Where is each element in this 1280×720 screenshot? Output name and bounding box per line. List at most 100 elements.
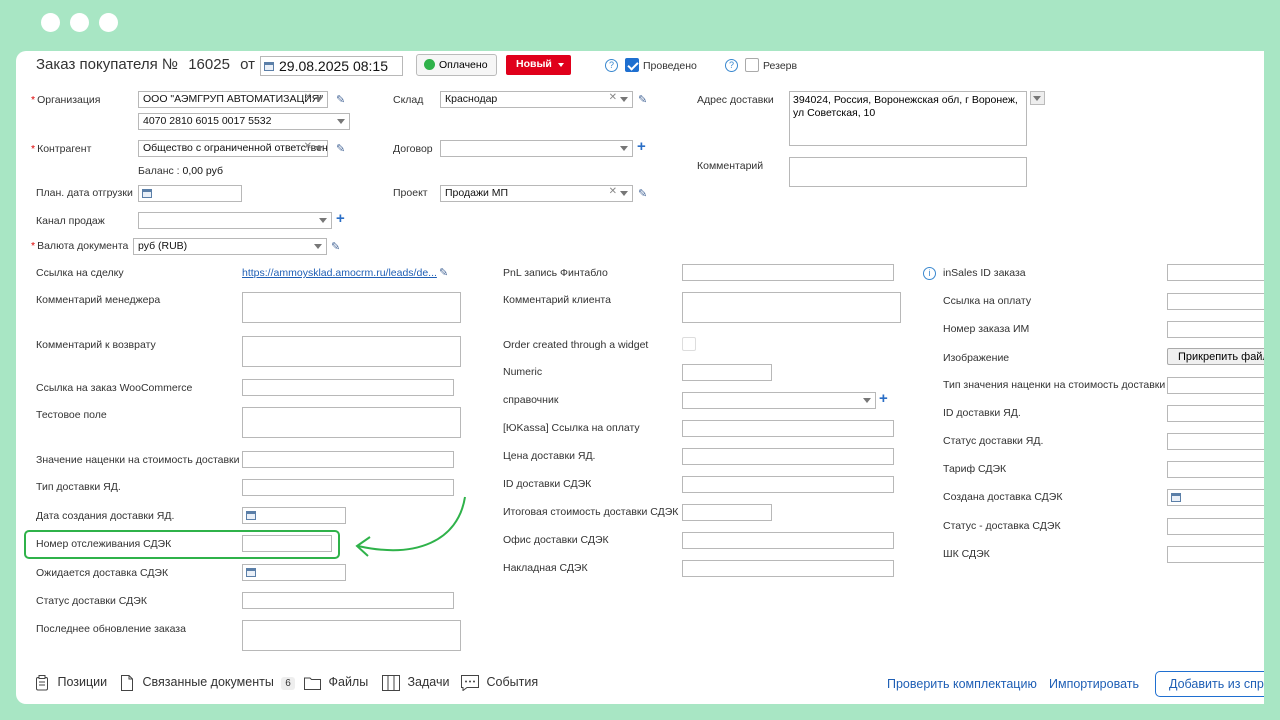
help-icon[interactable]: i [923,267,936,280]
cdek-waybill-field[interactable] [682,560,894,577]
cdek-tracking-label: Номер отслеживания СДЭК [36,538,172,550]
edit-icon[interactable]: ✎ [638,187,647,200]
yd-id-field[interactable] [1167,405,1264,422]
cdek-expected-date-field[interactable] [242,564,346,581]
yookassa-field[interactable] [682,420,894,437]
bank-account-value: 4070 2810 6015 0017 5532 [143,115,272,127]
check-kit-link[interactable]: Проверить комплектацию [887,677,1037,691]
bank-account-select[interactable]: 4070 2810 6015 0017 5532 [138,113,350,130]
client-comment-label: Комментарий клиента [503,294,611,306]
yd-status-label: Статус доставки ЯД. [943,435,1044,447]
widget-checkbox[interactable] [682,337,696,351]
last-update-field[interactable] [242,620,461,651]
return-comment-label: Комментарий к возврату [36,339,156,351]
woocommerce-link-field[interactable] [242,379,454,396]
cdek-barcode-field[interactable] [1167,546,1264,563]
organization-select[interactable]: ООО "АЭМГРУП АВТОМАТИЗАЦИЯ" ✕ [138,91,328,108]
chevron-down-icon[interactable] [337,119,345,124]
edit-icon[interactable]: ✎ [331,240,340,253]
cdek-status2-field[interactable] [1167,518,1264,535]
test-field[interactable] [242,407,461,438]
help-icon[interactable]: ? [725,59,738,72]
return-comment-field[interactable] [242,336,461,367]
chevron-down-icon[interactable] [319,218,327,223]
tab-files[interactable]: Файлы [304,675,368,690]
tab-related-docs[interactable]: Связанные документы 6 [120,675,295,691]
im-number-field[interactable] [1167,321,1264,338]
yd-status-field[interactable] [1167,433,1264,450]
yd-price-field[interactable] [682,448,894,465]
comment-field[interactable] [789,157,1027,187]
clear-icon[interactable]: ✕ [609,186,617,197]
help-icon[interactable]: ? [605,59,618,72]
markup-type-field[interactable] [1167,377,1264,394]
chevron-down-icon[interactable] [620,146,628,151]
add-from-directory-button[interactable]: Добавить из справочника [1155,671,1264,697]
deal-link[interactable]: https://ammoysklad.amocrm.ru/leads/de... [242,267,437,279]
window-dot-maximize[interactable] [99,13,118,32]
ship-date-field[interactable] [138,185,242,202]
posted-checkbox[interactable] [625,58,639,72]
cdek-tariff-field[interactable] [1167,461,1264,478]
manager-comment-field[interactable] [242,292,461,323]
window-dot-close[interactable] [41,13,60,32]
window-dot-minimize[interactable] [70,13,89,32]
cdek-total-field[interactable] [682,504,772,521]
balance-label: Баланс : [138,165,180,177]
address-dropdown-button[interactable] [1030,91,1045,105]
add-icon[interactable]: + [336,210,345,227]
client-comment-field[interactable] [682,292,901,323]
tab-tasks[interactable]: Задачи [382,675,449,691]
check-circle-icon [424,59,435,70]
tab-positions[interactable]: Позиции [35,675,107,691]
chevron-down-icon[interactable] [620,97,628,102]
currency-select[interactable]: руб (RUB) [133,238,327,255]
chevron-down-icon[interactable] [863,398,871,403]
chevron-down-icon[interactable] [315,146,323,151]
cdek-created-date-field[interactable] [1167,489,1264,506]
chevron-down-icon[interactable] [315,97,323,102]
cdek-office-field[interactable] [682,532,894,549]
edit-icon[interactable]: ✎ [336,142,345,155]
project-select[interactable]: Продажи МП ✕ [440,185,633,202]
cdek-status-field[interactable] [242,592,454,609]
yd-price-label: Цена доставки ЯД. [503,450,596,462]
contract-select[interactable] [440,140,633,157]
paid-button[interactable]: Оплачено [416,54,497,76]
add-icon[interactable]: + [637,138,646,155]
clipboard-icon [36,675,48,691]
insales-id-field[interactable] [1167,264,1264,281]
order-date-field[interactable]: 29.08.2025 08:15 [260,56,403,76]
counterparty-value: Общество с ограниченной ответственностью [143,142,328,154]
markup-value-field[interactable] [242,451,454,468]
edit-icon[interactable]: ✎ [638,93,647,106]
add-icon[interactable]: + [879,390,888,407]
clear-icon[interactable]: ✕ [609,92,617,103]
cdek-tracking-field[interactable] [242,535,332,552]
yd-created-date-field[interactable] [242,507,346,524]
directory-select[interactable] [682,392,876,409]
tab-files-label: Файлы [328,675,369,689]
cdek-id-field[interactable] [682,476,894,493]
reserve-checkbox[interactable] [745,58,759,72]
sales-channel-select[interactable] [138,212,332,229]
pay-link-field[interactable] [1167,293,1264,310]
import-link[interactable]: Импортировать [1049,677,1139,691]
pnl-field[interactable] [682,264,894,281]
chevron-down-icon[interactable] [620,191,628,196]
edit-icon[interactable]: ✎ [439,266,448,279]
clear-icon[interactable]: ✕ [304,141,312,152]
attach-file-button[interactable]: Прикрепить файл [1167,348,1264,365]
counterparty-select[interactable]: Общество с ограниченной ответственностью… [138,140,328,157]
numeric-field[interactable] [682,364,772,381]
tab-events[interactable]: События [461,675,538,691]
test-field-label: Тестовое поле [36,409,107,421]
status-dropdown[interactable]: Новый [506,55,571,75]
delivery-address-field[interactable]: 394024, Россия, Воронежская обл, г Ворон… [789,91,1027,146]
warehouse-select[interactable]: Краснодар ✕ [440,91,633,108]
edit-icon[interactable]: ✎ [336,93,345,106]
yd-id-label: ID доставки ЯД. [943,407,1021,419]
woocommerce-link-label: Ссылка на заказ WooCommerce [36,382,193,394]
chevron-down-icon[interactable] [314,244,322,249]
clear-icon[interactable]: ✕ [304,92,312,103]
